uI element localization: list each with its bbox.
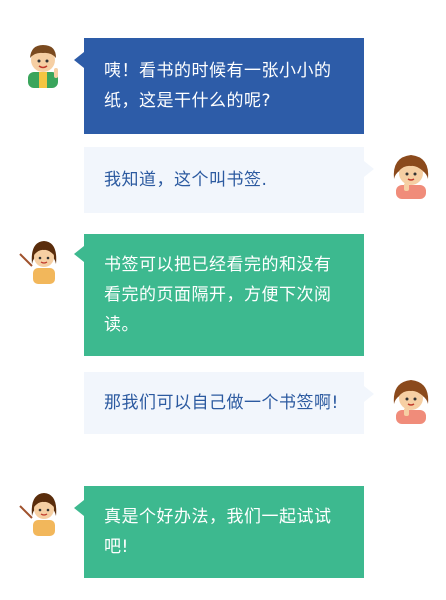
- teacher-avatar-icon: [18, 234, 68, 284]
- girl-avatar-icon: [386, 374, 436, 424]
- teacher-avatar-icon: [18, 486, 68, 536]
- message-text: 书签可以把已经看完的和没有看完的页面隔开，方便下次阅读。: [104, 255, 332, 335]
- bubble-tail: [74, 500, 84, 516]
- message-text: 真是个好办法，我们一起试试吧!: [104, 507, 332, 557]
- bubble-tail: [74, 246, 84, 262]
- girl-avatar-icon: [386, 149, 436, 199]
- message-bubble: 我知道，这个叫书签.: [84, 147, 374, 213]
- message-bubble: 那我们可以自己做一个书签啊!: [84, 372, 374, 434]
- message-text: 那我们可以自己做一个书签啊!: [104, 393, 339, 413]
- bubble-tail: [364, 161, 374, 177]
- message-text: 咦！看书的时候有一张小小的纸，这是干什么的呢?: [104, 61, 332, 111]
- bubble-tail: [74, 52, 84, 68]
- message-bubble: 真是个好办法，我们一起试试吧!: [74, 486, 364, 578]
- boy-avatar-icon: [18, 38, 68, 88]
- message-bubble: 书签可以把已经看完的和没有看完的页面隔开，方便下次阅读。: [74, 234, 364, 356]
- message-bubble: 咦！看书的时候有一张小小的纸，这是干什么的呢?: [74, 38, 364, 134]
- bubble-tail: [364, 386, 374, 402]
- message-text: 我知道，这个叫书签.: [104, 170, 268, 190]
